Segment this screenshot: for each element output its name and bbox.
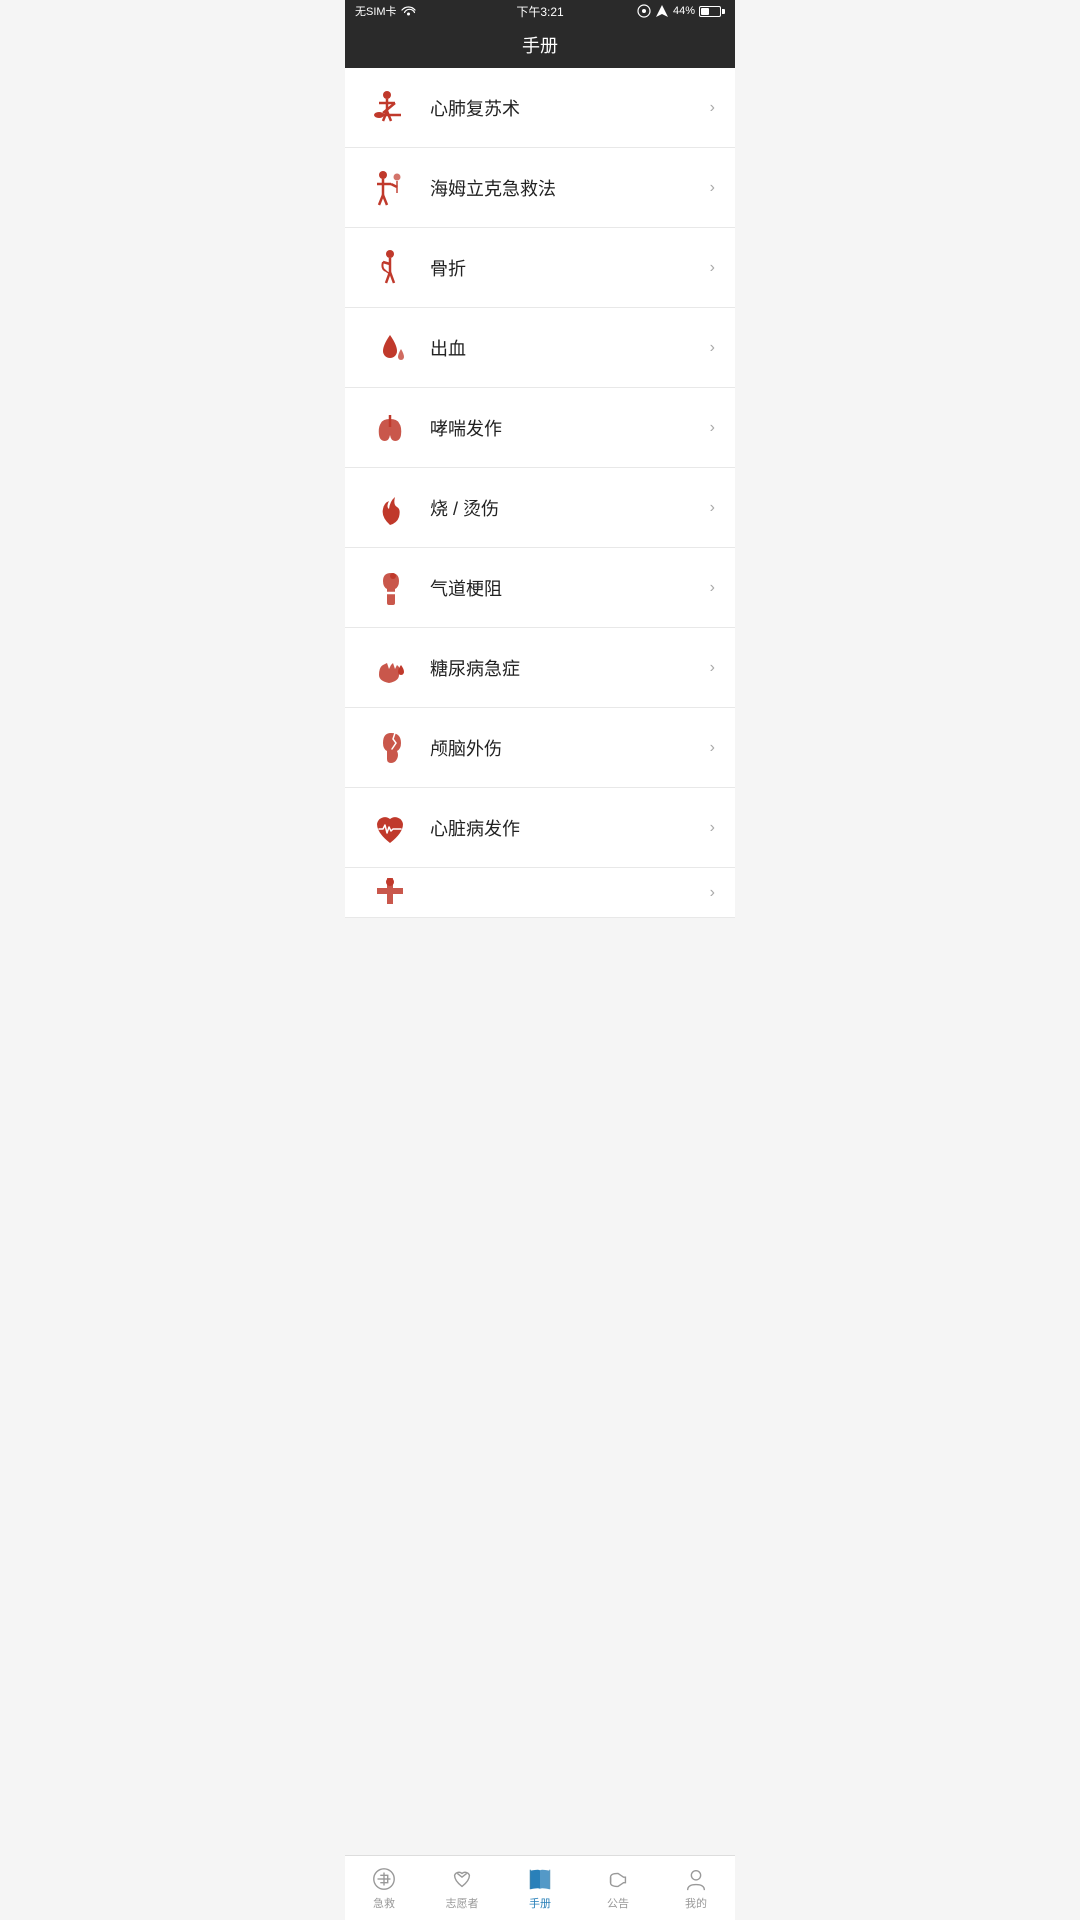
tab-handbook-label: 手册: [529, 1895, 551, 1911]
list-item-fracture[interactable]: 骨折 ›: [345, 228, 735, 308]
airway-chevron: ›: [710, 579, 715, 597]
list-item-asthma[interactable]: 哮喘发作 ›: [345, 388, 735, 468]
asthma-icon: [365, 403, 415, 453]
main-content: 心肺复苏术 › 海姆立克急救法 ›: [345, 68, 735, 983]
fracture-label: 骨折: [430, 255, 710, 281]
diabetes-label: 糖尿病急症: [430, 655, 710, 681]
cpr-chevron: ›: [710, 99, 715, 117]
tab-emergency-icon: [371, 1866, 397, 1892]
airway-label: 气道梗阻: [430, 575, 710, 601]
headinjury-label: 颅脑外伤: [430, 735, 710, 761]
battery-percent: 44%: [673, 5, 695, 17]
tab-bar: 急救 志愿者 手册 公告 我的: [345, 1855, 735, 1920]
tab-notice[interactable]: 公告: [579, 1866, 657, 1911]
heimlich-label: 海姆立克急救法: [430, 175, 710, 201]
list-item-burn[interactable]: 烧 / 烫伤 ›: [345, 468, 735, 548]
airway-icon: [365, 563, 415, 613]
nav-bar: 手册: [345, 22, 735, 68]
asthma-chevron: ›: [710, 419, 715, 437]
lock-icon: [637, 4, 651, 18]
tab-notice-icon: [605, 1866, 631, 1892]
page-title: 手册: [522, 32, 558, 58]
no-sim-text: 无SIM卡: [355, 3, 397, 19]
list-item-headinjury[interactable]: 颅脑外伤 ›: [345, 708, 735, 788]
bleeding-label: 出血: [430, 335, 710, 361]
status-bar: 无SIM卡 下午3:21 44%: [345, 0, 735, 22]
tab-emergency[interactable]: 急救: [345, 1866, 423, 1911]
extra-icon: [365, 868, 415, 918]
tab-volunteer-label: 志愿者: [446, 1895, 479, 1911]
list-container: 心肺复苏术 › 海姆立克急救法 ›: [345, 68, 735, 918]
tab-emergency-label: 急救: [373, 1895, 395, 1911]
list-item-diabetes[interactable]: 糖尿病急症 ›: [345, 628, 735, 708]
status-time: 下午3:21: [516, 3, 563, 20]
fracture-icon: [365, 243, 415, 293]
tab-handbook[interactable]: 手册: [501, 1866, 579, 1911]
asthma-label: 哮喘发作: [430, 415, 710, 441]
tab-mine-label: 我的: [685, 1895, 707, 1911]
list-item-heart[interactable]: 心脏病发作 ›: [345, 788, 735, 868]
headinjury-icon: [365, 723, 415, 773]
list-item-airway[interactable]: 气道梗阻 ›: [345, 548, 735, 628]
heart-chevron: ›: [710, 819, 715, 837]
tab-volunteer-icon: [449, 1866, 475, 1892]
battery-icon: [699, 6, 725, 17]
wifi-icon: [401, 5, 416, 17]
bleeding-icon: [365, 323, 415, 373]
heart-icon: [365, 803, 415, 853]
heimlich-chevron: ›: [710, 179, 715, 197]
fracture-chevron: ›: [710, 259, 715, 277]
bleeding-chevron: ›: [710, 339, 715, 357]
burn-chevron: ›: [710, 499, 715, 517]
burn-icon: [365, 483, 415, 533]
list-item-bleeding[interactable]: 出血 ›: [345, 308, 735, 388]
tab-handbook-icon: [527, 1866, 553, 1892]
extra-chevron: ›: [710, 884, 715, 902]
list-item-cpr[interactable]: 心肺复苏术 ›: [345, 68, 735, 148]
heimlich-icon: [365, 163, 415, 213]
diabetes-chevron: ›: [710, 659, 715, 677]
tab-notice-label: 公告: [607, 1895, 629, 1911]
tab-mine-icon: [683, 1866, 709, 1892]
headinjury-chevron: ›: [710, 739, 715, 757]
tab-volunteer[interactable]: 志愿者: [423, 1866, 501, 1911]
location-icon: [655, 4, 669, 18]
diabetes-icon: [365, 643, 415, 693]
list-item-heimlich[interactable]: 海姆立克急救法 ›: [345, 148, 735, 228]
heart-label: 心脏病发作: [430, 815, 710, 841]
list-item-extra[interactable]: ›: [345, 868, 735, 918]
status-left: 无SIM卡: [355, 3, 416, 19]
cpr-icon: [365, 83, 415, 133]
cpr-label: 心肺复苏术: [430, 95, 710, 121]
burn-label: 烧 / 烫伤: [430, 495, 710, 521]
tab-mine[interactable]: 我的: [657, 1866, 735, 1911]
status-right: 44%: [637, 4, 725, 18]
